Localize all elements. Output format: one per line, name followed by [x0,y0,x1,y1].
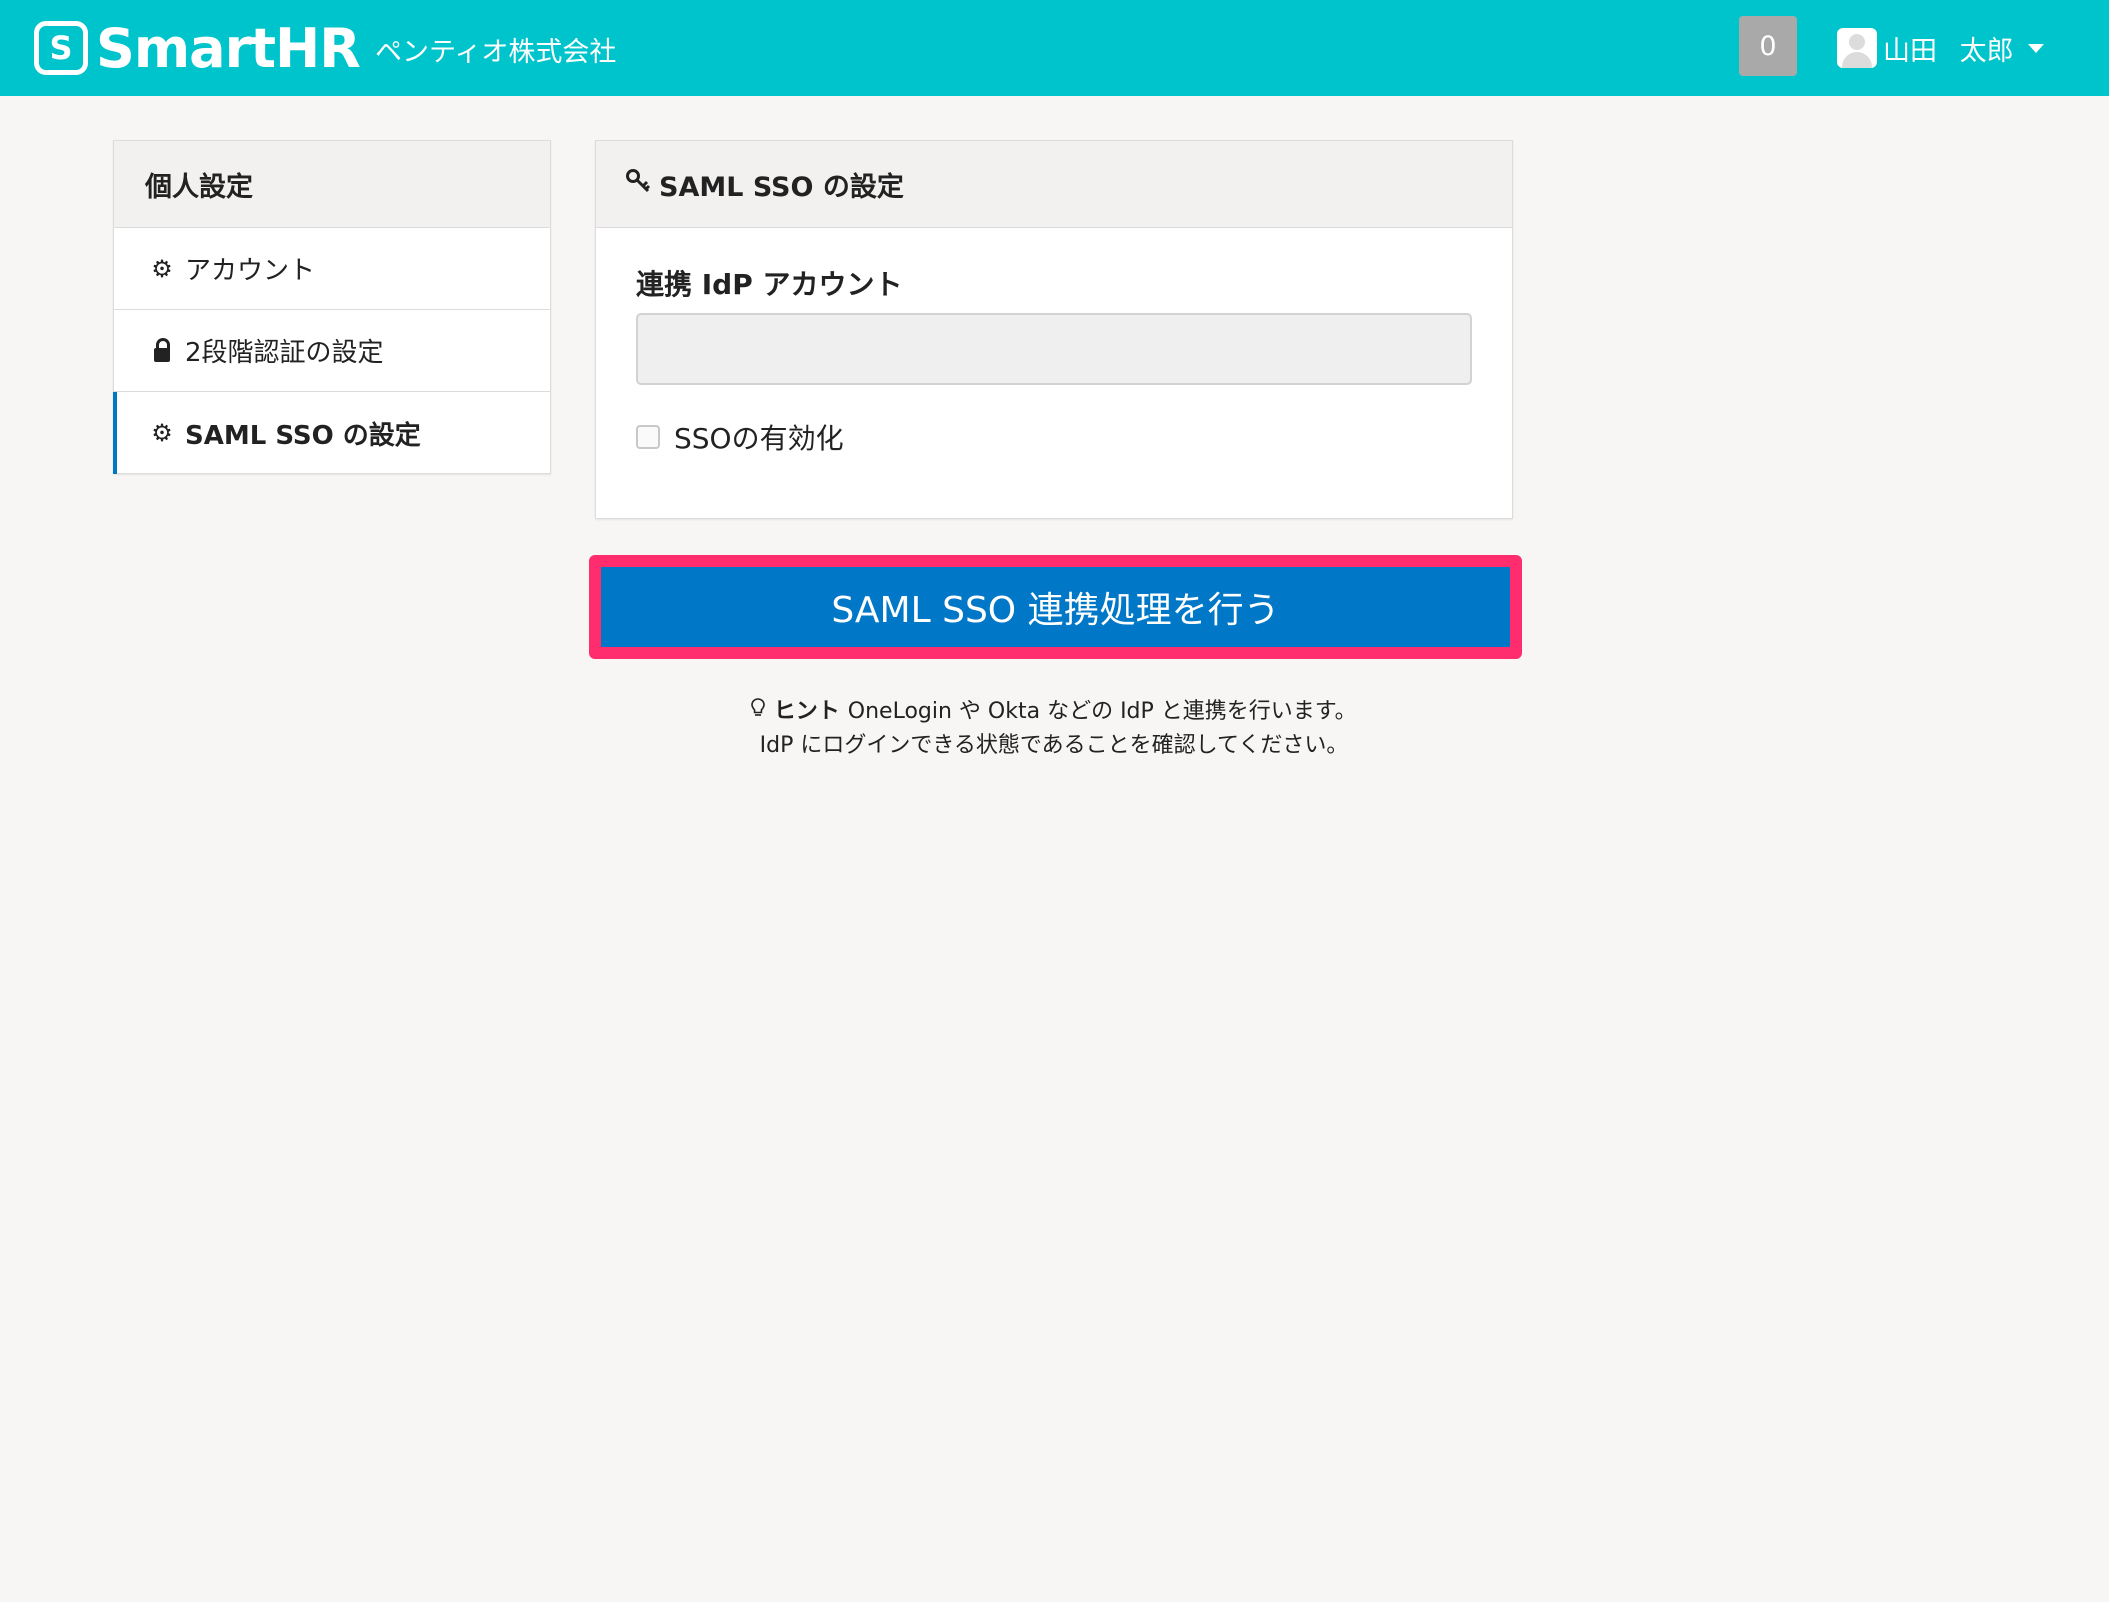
lock-icon [149,337,175,362]
action-highlight-frame: SAML SSO 連携処理を行う [589,555,1522,659]
company-name: ペンティオ株式会社 [375,37,617,68]
key-icon [625,168,651,200]
sidebar-item-label: アカウント [185,256,316,286]
idp-account-input[interactable] [636,313,1472,385]
sidebar-item-label: SAML SSO の設定 [185,420,421,451]
settings-sidebar: 個人設定 ⚙ アカウント 2段階認証の設定 ⚙ SAML SSO の設定 [113,140,551,474]
sso-enable-row[interactable]: SSOの有効化 [636,417,844,457]
user-menu[interactable]: 山田 太郎 [1837,26,2044,70]
sidebar-item-account[interactable]: ⚙ アカウント [114,228,550,310]
smarthr-logo[interactable]: S SmartHR [34,16,361,80]
gear-icon: ⚙ [151,254,173,283]
hint-text: ヒント OneLogin や Okta などの IdP と連携を行います。 IdP… [595,694,1513,763]
saml-sso-panel: SAML SSO の設定 連携 IdP アカウント SSOの有効化 [595,140,1513,519]
sidebar-item-saml-sso[interactable]: ⚙ SAML SSO の設定 [113,392,550,474]
chevron-down-icon [2027,43,2044,53]
lightbulb-icon [751,698,771,723]
sidebar-item-two-factor[interactable]: 2段階認証の設定 [114,310,550,392]
app-header: S SmartHR ペンティオ株式会社 0 山田 太郎 [0,0,2109,96]
sidebar-item-label: 2段階認証の設定 [185,338,384,368]
hint-title: ヒント [773,699,840,724]
gear-icon: ⚙ [151,419,173,447]
user-name: 山田 太郎 [1883,35,2014,67]
logo-mark-icon: S [34,21,88,75]
sso-enable-label: SSOの有効化 [674,422,844,455]
notification-badge[interactable]: 0 [1739,16,1797,76]
avatar [1837,28,1877,68]
hint-line-1: OneLogin や Okta などの IdP と連携を行います。 [847,699,1357,724]
logo-text: SmartHR [96,16,361,80]
hint-line-2: IdP にログインできる状態であることを確認してください。 [759,733,1349,758]
panel-header: SAML SSO の設定 [596,141,1512,228]
panel-title: SAML SSO の設定 [659,171,904,203]
idp-account-label: 連携 IdP アカウント [636,268,903,301]
sidebar-title: 個人設定 [114,141,550,228]
sso-enable-checkbox[interactable] [636,425,660,449]
saml-sso-link-button[interactable]: SAML SSO 連携処理を行う [601,567,1510,647]
